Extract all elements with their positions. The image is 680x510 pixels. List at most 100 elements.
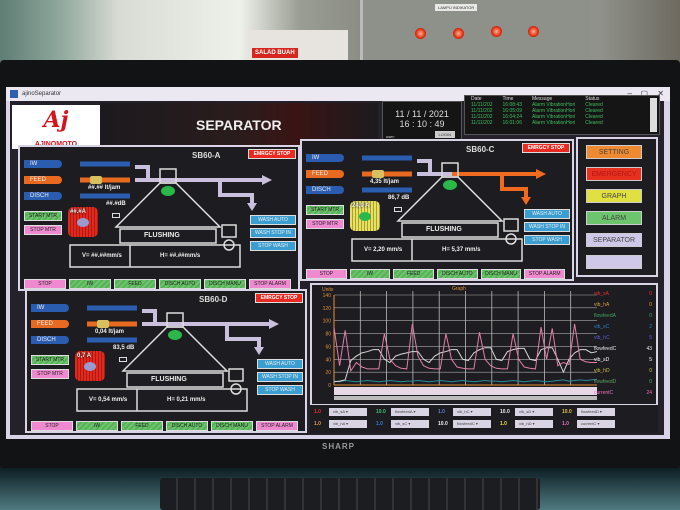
series-dropdown[interactable]: flowfeedC ▾ <box>453 420 491 428</box>
bottom-button-disch-auto[interactable]: DISCH AUTO <box>159 279 201 289</box>
side-menu-emergency[interactable]: EMERGENCY <box>586 167 642 181</box>
bottom-button-disch-manu[interactable]: DISCH MANU <box>211 421 253 431</box>
flow-value: 0,04 lt/jam <box>95 329 125 335</box>
db-value: 83,5 dB <box>113 345 135 351</box>
bottom-button-feed[interactable]: FEED <box>121 421 163 431</box>
legend-name: vib_sC <box>594 324 610 330</box>
state-label: FLUSHING <box>151 376 187 383</box>
bottom-button-stop-alarm[interactable]: STOP ALARM <box>524 269 565 279</box>
vibration-v-value: V= ##.##mm/s <box>82 253 122 259</box>
side-menu-alarm[interactable]: ALARM <box>586 211 642 225</box>
bottom-button-disch-auto[interactable]: DISCH AUTO <box>166 421 208 431</box>
current-value: ##.#A <box>70 209 87 215</box>
legend-value: 0 <box>649 379 652 385</box>
y-tick-label: 80 <box>325 332 331 338</box>
start-motor-button[interactable]: START MTR <box>306 205 344 215</box>
login-button[interactable]: LOGIN <box>434 131 455 138</box>
bottom-button-iw[interactable]: IW <box>76 421 118 431</box>
bottom-button-disch-manu[interactable]: DISCH MANU <box>204 279 246 289</box>
pipe-disch: DISCH <box>31 336 69 344</box>
wash-button-2[interactable]: STOP WASH <box>524 235 570 245</box>
start-motor-button[interactable]: START MTR <box>24 211 62 221</box>
side-menu-graph[interactable]: GRAPH <box>586 189 642 203</box>
bottom-button-iw[interactable]: IW <box>69 279 111 289</box>
side-menu-separator[interactable]: SEPARATOR <box>586 233 642 247</box>
legend-item: vib_hA 0 <box>594 302 652 313</box>
bottom-button-stop-alarm[interactable]: STOP ALARM <box>249 279 291 289</box>
wash-button-0[interactable]: WASH AUTO <box>250 215 296 225</box>
legend-value: 2 <box>649 324 652 330</box>
y-tick-label: 100 <box>323 319 332 325</box>
chart-legend: vib_sA 0 vib_hA 0 flowfeedA 0 vib_sC 2 vib_hC 5 fl… <box>594 291 652 401</box>
legend-item: vib_hC 5 <box>594 335 652 346</box>
wash-button-0[interactable]: WASH AUTO <box>524 209 570 219</box>
alarm-cell: 16:01:06 <box>502 120 522 126</box>
series-dropdown[interactable]: currentC ▾ <box>577 420 615 428</box>
selector-row: 1.0 vib_hA ▾ 1.0 vib_sC ▾ 10.0 flowfeedC ▾ 1.0… <box>314 420 621 428</box>
alarm-row[interactable]: 11/11/202 16:01:06 Alarm VibrationHori Clea… <box>471 120 613 126</box>
start-motor-button[interactable]: START MTR <box>31 355 69 365</box>
series-dropdown[interactable]: vib_sA ▾ <box>329 408 367 416</box>
wash-button-2[interactable]: STOP WASH <box>257 385 303 395</box>
wash-button-1[interactable]: WASH STOP IN <box>250 228 296 238</box>
db-indicator <box>112 213 120 218</box>
flow-meter-icon <box>97 320 109 328</box>
scale-value: 1.0 <box>376 421 383 427</box>
selector-row: 1.0 vib_sA ▾ 10.0 flowfeedA ▾ 1.0 vib_hC ▾ 10.… <box>314 408 621 416</box>
pipe-feed: FEED <box>306 170 344 178</box>
db-value: ##.#dB <box>106 201 126 207</box>
stop-motor-button[interactable]: STOP MTR <box>31 369 69 379</box>
alarm-table: Date Time Message Status 11/11/202 16:08:43 Al… <box>464 95 660 135</box>
bottom-button-stop[interactable]: STOP <box>31 421 73 431</box>
side-menu-blank[interactable] <box>586 255 642 269</box>
side-menu: SETTING EMERGENCY GRAPH ALARM SEPARATOR <box>576 137 658 277</box>
bottom-button-stop[interactable]: STOP <box>306 269 347 279</box>
legend-item: currentC 24 <box>594 390 652 401</box>
bottom-button-feed[interactable]: FEED <box>393 269 434 279</box>
y-tick-label: 140 <box>323 293 332 299</box>
stop-motor-button[interactable]: STOP MTR <box>306 219 344 229</box>
legend-value: 24 <box>646 390 652 396</box>
db-value: 86,7 dB <box>388 195 410 201</box>
indicator-lamp <box>528 26 539 37</box>
series-dropdown[interactable]: flowfeedD ▾ <box>577 408 615 416</box>
series-dropdown[interactable]: vib_sD ▾ <box>515 408 553 416</box>
alarm-cell: 11/11/202 <box>471 120 493 126</box>
bottom-button-feed[interactable]: FEED <box>114 279 156 289</box>
y-tick-label: 60 <box>325 344 331 350</box>
legend-item: flowfeedC 43 <box>594 346 652 357</box>
emergency-stop-button[interactable]: EMRGCY STOP <box>522 143 570 153</box>
indicator-lamp <box>415 28 426 39</box>
alarm-scrollbar[interactable] <box>650 98 657 132</box>
bottom-button-iw[interactable]: IW <box>349 269 391 279</box>
legend-name: flowfeedA <box>594 313 616 319</box>
poster-text: SALAD BUAH <box>252 48 298 58</box>
legend-name: vib_hC <box>594 335 610 341</box>
wash-button-2[interactable]: STOP WASH <box>250 241 296 251</box>
scale-value: 10.0 <box>500 409 510 415</box>
bottom-button-stop[interactable]: STOP <box>24 279 66 289</box>
bottom-button-disch-auto[interactable]: DISCH AUTO <box>437 269 478 279</box>
bottom-button-disch-manu[interactable]: DISCH MANU <box>480 269 522 279</box>
bottom-button-stop-alarm[interactable]: STOP ALARM <box>256 421 298 431</box>
monitor-screen: ajinoSeparator – ▢ ✕ Aj AJINOMOTO SEPARA… <box>6 87 670 439</box>
legend-name: vib_hA <box>594 302 610 308</box>
wash-button-1[interactable]: WASH STOP IN <box>524 222 570 232</box>
graph-panel: Graph Units 0 20 40 60 80 100 120 140 vib_sA 0 vib_h… <box>310 283 658 406</box>
wash-button-1[interactable]: WASH STOP IN <box>257 372 303 382</box>
pipe-feed: FEED <box>31 320 69 328</box>
side-menu-setting[interactable]: SETTING <box>586 145 642 159</box>
scale-value: 10.0 <box>376 409 386 415</box>
emergency-stop-button[interactable]: EMRGCY STOP <box>255 293 303 303</box>
series-dropdown[interactable]: vib_hD ▾ <box>515 420 553 428</box>
series-dropdown[interactable]: vib_hA ▾ <box>329 420 367 428</box>
stop-motor-button[interactable]: STOP MTR <box>24 225 62 235</box>
hmi-app: Aj AJINOMOTO SEPARATOR 11 / 11 / 2021 16… <box>10 95 664 435</box>
series-dropdown[interactable]: vib_hC ▾ <box>453 408 491 416</box>
time-display: 16 : 10 : 49 <box>399 119 445 129</box>
wash-button-0[interactable]: WASH AUTO <box>257 359 303 369</box>
title: SB60-D <box>199 295 228 304</box>
series-dropdown[interactable]: vib_sC ▾ <box>391 420 429 428</box>
emergency-stop-button[interactable]: EMRGCY STOP <box>248 149 296 159</box>
series-dropdown[interactable]: flowfeedA ▾ <box>391 408 429 416</box>
